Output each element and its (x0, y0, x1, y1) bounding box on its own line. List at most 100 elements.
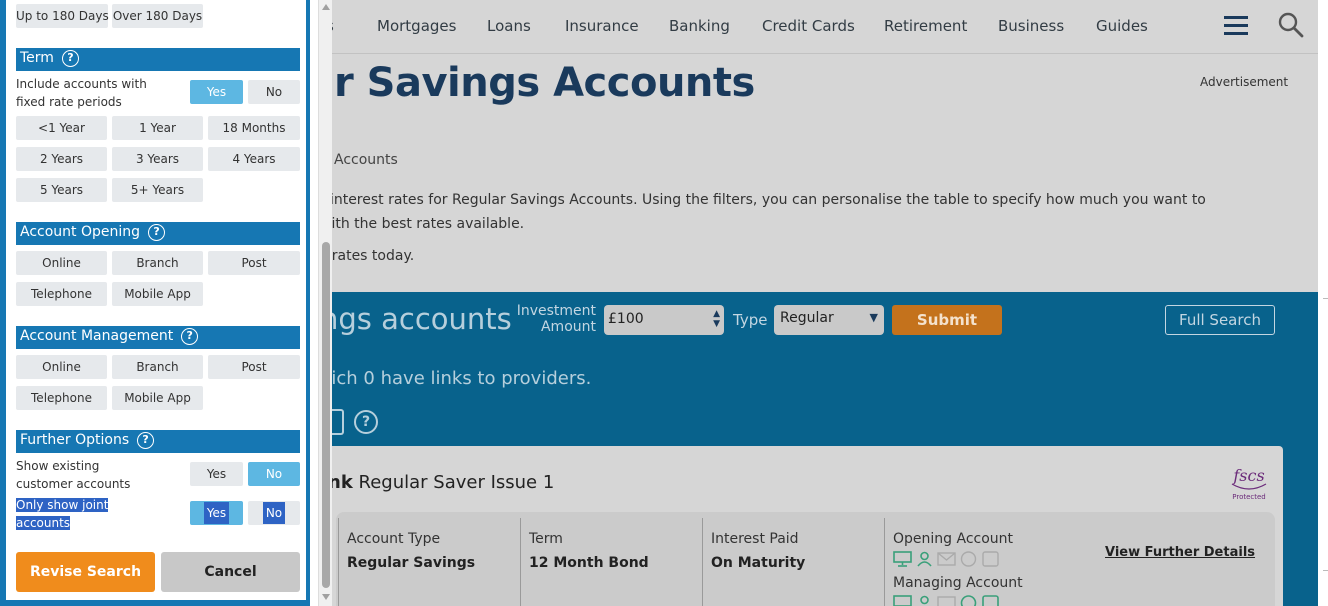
term-option-2-years[interactable]: 2 Years (16, 147, 107, 171)
joint-yes-button[interactable]: Yes (190, 501, 243, 525)
fscs-logo-text: fscs (1232, 466, 1264, 485)
include-fixed-yes-button[interactable]: Yes (190, 80, 243, 104)
full-search-button[interactable]: Full Search (1165, 305, 1275, 335)
telephone-icon (960, 595, 977, 606)
term-value: 12 Month Bond (529, 555, 649, 571)
search-icon[interactable] (1278, 12, 1304, 38)
only-joint-accounts-label: Only show joint accounts (16, 496, 109, 532)
nav-item-guides[interactable]: Guides (1096, 17, 1148, 35)
intro-text-2: with the best rates available. (320, 216, 525, 232)
page-scrollbar[interactable] (1318, 0, 1328, 606)
divider (338, 518, 339, 606)
nav-item-mortgages[interactable]: Mortgages (377, 17, 456, 35)
include-label-line2: fixed rate periods (16, 95, 122, 109)
joint-label-line1: Only show joint (16, 498, 109, 512)
help-icon[interactable]: ? (181, 328, 199, 345)
type-select[interactable]: Regular ▼ (774, 305, 884, 335)
fscs-protected-text: Protected (1232, 493, 1266, 501)
filter-up-to-180-days[interactable]: Up to 180 Days (16, 4, 109, 28)
include-fixed-no-button[interactable]: No (248, 80, 300, 104)
telephone-icon (960, 551, 977, 567)
scroll-down-icon[interactable] (322, 594, 330, 600)
scrollbar-thumb[interactable] (322, 242, 330, 588)
nav-item-insurance[interactable]: Insurance (565, 17, 639, 35)
post-envelope-icon (937, 596, 956, 606)
opening-methods-icons (893, 551, 1000, 567)
management-telephone-button[interactable]: Telephone (16, 386, 107, 410)
include-label-line1: Include accounts with (16, 77, 147, 91)
filter-panel-scrollbar[interactable] (318, 0, 332, 606)
joint-label-line2: accounts (16, 516, 71, 530)
view-further-details-link[interactable]: View Further Details (1105, 545, 1255, 560)
term-option-18-months[interactable]: 18 Months (208, 116, 300, 140)
page-title: r Savings Accounts (334, 60, 755, 106)
include-fixed-rate-label: Include accounts with fixed rate periods (16, 75, 147, 111)
opening-branch-button[interactable]: Branch (112, 251, 203, 275)
revise-search-button[interactable]: Revise Search (16, 552, 155, 592)
fscs-protected-logo: fscs Protected (1231, 466, 1267, 501)
search-band-title: ngs accounts (320, 302, 512, 336)
nav-item-banking[interactable]: Banking (669, 17, 730, 35)
opening-telephone-button[interactable]: Telephone (16, 282, 107, 306)
term-option-5-plus-years[interactable]: 5+ Years (112, 178, 203, 202)
account-type-value: Regular Savings (347, 555, 476, 571)
nav-item-retirement[interactable]: Retirement (884, 17, 967, 35)
management-online-button[interactable]: Online (16, 355, 107, 379)
existing-no-button[interactable]: No (248, 462, 300, 486)
hamburger-menu-icon[interactable] (1224, 16, 1248, 36)
term-section-title: Term (20, 50, 54, 66)
online-desktop-icon (893, 595, 912, 606)
cancel-button[interactable]: Cancel (161, 552, 300, 592)
term-option-5-years[interactable]: 5 Years (16, 178, 107, 202)
show-existing-customer-label: Show existing customer accounts (16, 457, 130, 493)
account-type-label: Account Type (347, 531, 441, 547)
spinner-icon[interactable]: ▲ ▼ (713, 309, 720, 329)
account-management-section-header: Account Management? (16, 326, 300, 349)
nav-item-credit-cards[interactable]: Credit Cards (762, 17, 855, 35)
mobile-app-icon (982, 595, 999, 606)
branch-person-icon (920, 595, 929, 605)
existing-yes-button[interactable]: Yes (190, 462, 243, 486)
help-icon[interactable]: ? (148, 224, 166, 241)
scroll-up-icon[interactable] (322, 4, 330, 10)
managing-account-label: Managing Account (893, 575, 1023, 591)
opening-post-button[interactable]: Post (208, 251, 300, 275)
term-option-3-years[interactable]: 3 Years (112, 147, 203, 171)
help-icon[interactable]: ? (354, 410, 378, 434)
joint-yes-text: Yes (203, 502, 230, 524)
post-envelope-icon (937, 552, 956, 566)
account-opening-title: Account Opening (20, 224, 141, 240)
breadcrumb[interactable]: Accounts (334, 152, 398, 168)
opening-account-label: Opening Account (893, 531, 1014, 547)
investment-amount-label: Investment Amount (506, 303, 596, 335)
management-mobile-app-button[interactable]: Mobile App (112, 386, 203, 410)
existing-label-line1: Show existing (16, 459, 100, 473)
opening-mobile-app-button[interactable]: Mobile App (112, 282, 203, 306)
help-icon[interactable]: ? (137, 432, 155, 449)
existing-label-line2: customer accounts (16, 477, 131, 491)
investment-amount-input[interactable]: £100 ▲ ▼ (604, 305, 724, 335)
submit-button[interactable]: Submit (892, 305, 1002, 335)
term-option-1-year[interactable]: 1 Year (112, 116, 203, 140)
term-option-4-years[interactable]: 4 Years (208, 147, 300, 171)
term-option-less-1-year[interactable]: <1 Year (16, 116, 107, 140)
nav-item-loans[interactable]: Loans (487, 17, 531, 35)
investment-label-line1: Investment (516, 303, 596, 319)
amount-value: £100 (608, 311, 644, 327)
filter-panel: Up to 180 Days Over 180 Days Term? Inclu… (0, 0, 318, 606)
management-post-button[interactable]: Post (208, 355, 300, 379)
help-icon[interactable]: ? (61, 50, 79, 67)
intro-text-3: s rates today. (320, 248, 415, 264)
account-opening-section-header: Account Opening? (16, 222, 300, 245)
opening-online-button[interactable]: Online (16, 251, 107, 275)
management-branch-button[interactable]: Branch (112, 355, 203, 379)
filter-over-180-days[interactable]: Over 180 Days (112, 4, 203, 28)
divider (884, 518, 885, 606)
nav-item-business[interactable]: Business (998, 17, 1064, 35)
joint-no-button[interactable]: No (248, 501, 300, 525)
mobile-app-icon (982, 551, 999, 567)
online-desktop-icon (893, 551, 912, 567)
branch-person-icon (917, 551, 932, 567)
type-label: Type (733, 311, 768, 329)
product-title[interactable]: nk Regular Saver Issue 1 (328, 472, 554, 493)
